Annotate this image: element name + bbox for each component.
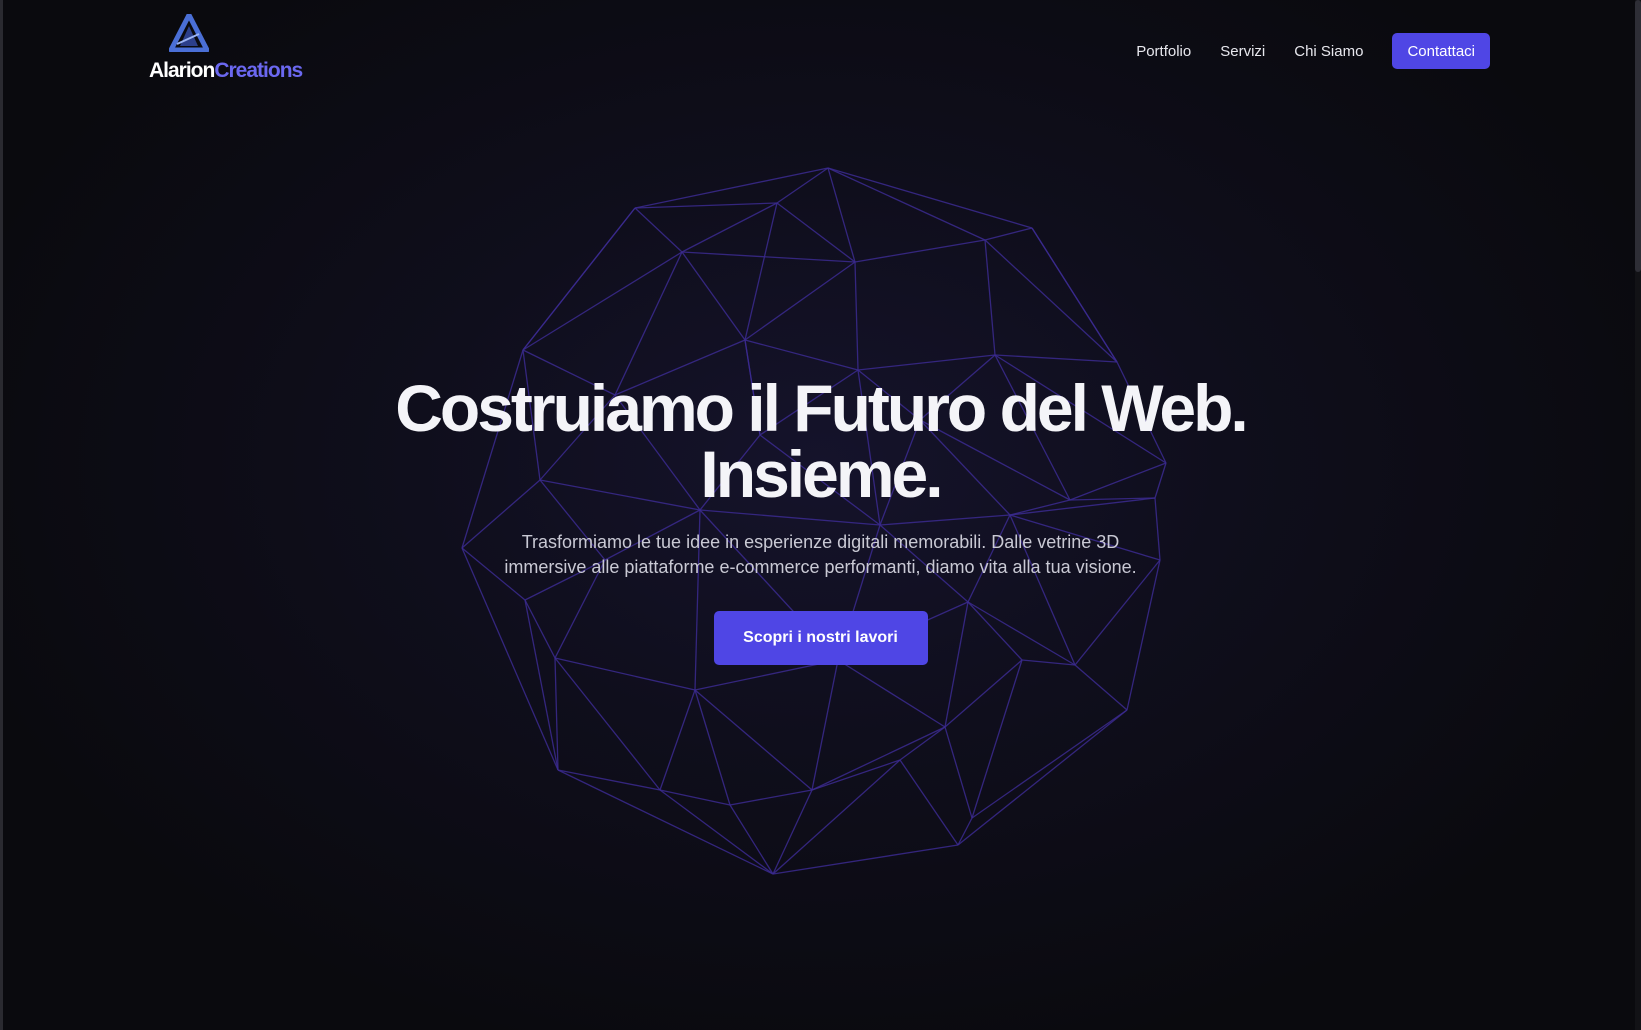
wireframe-edge (681, 202, 778, 253)
wireframe-edge (971, 659, 1023, 819)
wireframe-edge (554, 657, 559, 771)
wireframe-edge (744, 202, 778, 341)
site-header: AlarionCreations Portfolio Servizi Chi S… (0, 0, 1641, 100)
brand-name-part1: Alarion (149, 59, 215, 82)
wireframe-edge (681, 251, 746, 341)
a-triangle-logo-icon (169, 14, 209, 52)
brand-logo[interactable]: AlarionCreations (149, 14, 319, 86)
discover-works-button[interactable]: Scopri i nostri lavori (713, 611, 928, 665)
contact-button[interactable]: Contattaci (1392, 33, 1490, 69)
brand-name-part2: Creations (214, 59, 303, 82)
wireframe-edge (854, 239, 986, 263)
wireframe-edge (557, 769, 661, 791)
wireframe-edge (984, 227, 1033, 241)
wireframe-edge (971, 709, 1128, 819)
wireframe-edge (522, 251, 683, 351)
hero-section: Costruiamo il Futuro del Web. Insieme. T… (0, 375, 1641, 665)
wireframe-edge (944, 659, 1023, 728)
wireframe-edge (957, 817, 973, 846)
wireframe-edge (811, 759, 901, 791)
wireframe-edge (899, 759, 959, 846)
wireframe-edge (1074, 664, 1128, 711)
wireframe-edge (659, 689, 696, 791)
hero-subtitle-line2: immersive alle piattaforme e-commerce pe… (504, 557, 1137, 577)
wireframe-edge (837, 659, 946, 728)
nav-link-portfolio[interactable]: Portfolio (1136, 43, 1191, 60)
wireframe-edge (827, 167, 856, 263)
wireframe-edge (744, 339, 859, 371)
hero-subtitle: Trasformiamo le tue idee in esperienze d… (471, 530, 1171, 580)
wireframe-edge (944, 726, 973, 819)
wireframe-edge (811, 659, 839, 791)
brand-name: AlarionCreations (149, 59, 303, 83)
hero-title-line2: Insieme. (700, 437, 943, 511)
wireframe-edge (854, 261, 859, 371)
wireframe-edge (744, 261, 856, 341)
wireframe-edge (827, 167, 1033, 229)
wireframe-edge (827, 167, 986, 241)
wireframe-edge (899, 726, 946, 761)
main-nav: Portfolio Servizi Chi Siamo Contattaci (1107, 32, 1490, 70)
wireframe-edge (776, 202, 856, 263)
wireframe-edge (729, 789, 813, 806)
scrollbar-thumb[interactable] (1635, 0, 1641, 272)
nav-link-chi-siamo[interactable]: Chi Siamo (1294, 43, 1363, 60)
wireframe-edge (772, 789, 813, 875)
nav-link-servizi[interactable]: Servizi (1220, 43, 1265, 60)
wireframe-edge (857, 354, 996, 371)
wireframe-edge (994, 354, 1118, 363)
wireframe-edge (694, 689, 813, 791)
wireframe-edge (681, 251, 856, 263)
page: AlarionCreations Portfolio Servizi Chi S… (0, 0, 1641, 1030)
wireframe-edge (522, 207, 636, 351)
hero-title: Costruiamo il Futuro del Web. Insieme. (321, 375, 1321, 507)
wireframe-edge (957, 709, 1128, 846)
scrollbar[interactable] (1635, 0, 1641, 1030)
hero-title-line1: Costruiamo il Futuro del Web. (395, 371, 1248, 445)
wireframe-edge (634, 207, 683, 253)
hero-subtitle-line1: Trasformiamo le tue idee in esperienze d… (521, 532, 1120, 552)
wireframe-edge (694, 689, 731, 806)
wireframe-edge (811, 726, 946, 791)
wireframe-edge (984, 239, 996, 356)
